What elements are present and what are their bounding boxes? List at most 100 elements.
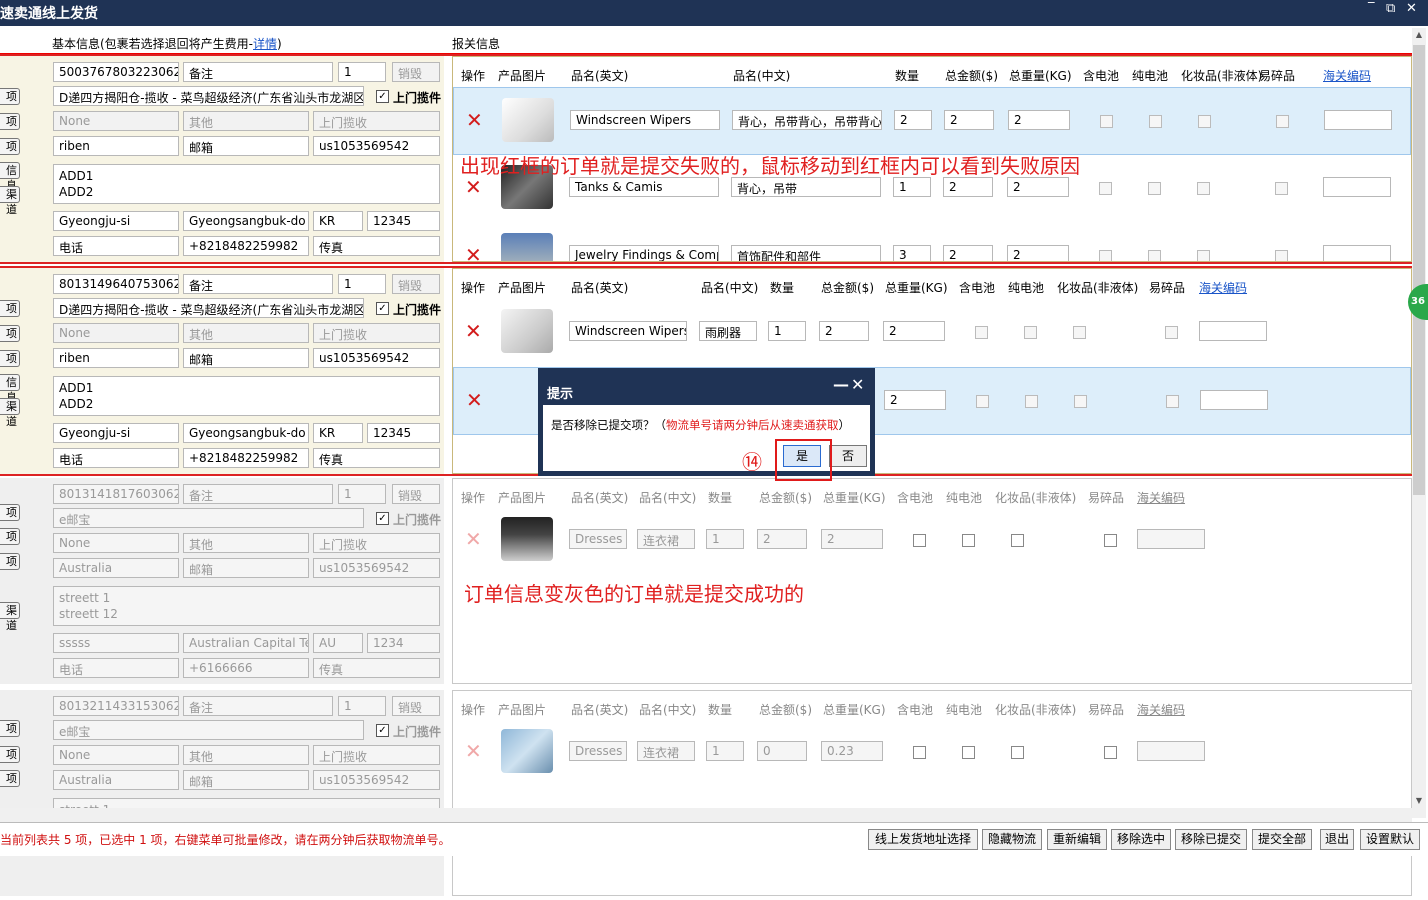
pickup-checkbox[interactable]: ✓ [376,724,389,737]
weight-field[interactable]: 2 [1008,110,1070,130]
hs-code-field[interactable] [1199,321,1267,341]
attribute-checkbox[interactable] [1104,746,1117,759]
weight-field[interactable]: 0.23 [821,741,883,761]
side-button[interactable]: 项 [0,113,20,130]
attribute-checkbox[interactable] [1165,326,1178,339]
other-select[interactable]: 其他 [183,111,309,131]
attribute-checkbox[interactable] [913,534,926,547]
weight-field[interactable]: 2 [821,529,883,549]
amount-field[interactable]: 0 [757,741,807,761]
mobile-field[interactable]: +8218482259982 [183,236,309,256]
user-id-field[interactable]: us1053569542 [313,770,440,790]
quantity-field[interactable]: 1 [338,62,386,82]
attribute-checkbox[interactable] [975,326,988,339]
remark-field[interactable]: 备注 [183,62,333,82]
remark-field[interactable]: 备注 [183,696,333,716]
amount-field[interactable]: 2 [944,110,994,130]
pickup-checkbox[interactable]: ✓ [376,302,389,315]
pickup-checkbox[interactable]: ✓ [376,512,389,525]
side-button[interactable]: 项 [0,88,20,105]
column-header-hs[interactable]: 海关编码 [1137,489,1185,506]
details-link[interactable]: 详情 [253,37,277,51]
fax-field[interactable]: 传真 [313,236,440,256]
attribute-checkbox[interactable] [1024,326,1037,339]
order-number-field[interactable]: 5003767803223062 [53,62,179,82]
address-field[interactable]: ADD1 ADD2 [53,376,440,416]
dialog-close-icon[interactable]: ✕ [851,375,864,394]
side-button[interactable]: 项 [0,528,20,545]
attribute-checkbox[interactable] [1148,250,1161,261]
hs-code-field[interactable] [1323,245,1391,261]
no-button[interactable]: 否 [829,445,867,467]
quantity-field[interactable]: 1 [338,696,386,716]
attribute-checkbox[interactable] [1197,182,1210,195]
phone-field[interactable]: 电话 [53,658,179,678]
name-cn-field[interactable]: 连衣裙 [637,529,695,549]
phone-field[interactable]: 电话 [53,236,179,256]
delete-icon[interactable]: ✕ [465,245,482,261]
province-field[interactable]: Gyeongsangbuk-do [183,211,309,231]
side-button[interactable]: 项 [0,504,20,521]
order-number-field[interactable]: 8013149640753062 [53,274,179,294]
destroy-select[interactable]: 销毁 [392,484,440,504]
close-icon[interactable]: ✕ [1406,1,1417,16]
address-field[interactable]: ADD1 ADD2 [53,164,440,204]
hs-code-field[interactable] [1324,110,1392,130]
column-header-hs[interactable]: 海关编码 [1323,67,1371,84]
pickup-checkbox[interactable]: ✓ [376,90,389,103]
hs-code-field[interactable] [1137,741,1205,761]
other-select[interactable]: 其他 [183,323,309,343]
fax-field[interactable]: 传真 [313,448,440,468]
bottom-button[interactable]: 退出 [1320,829,1354,850]
recipient-name-field[interactable]: Australia [53,770,179,790]
email-field[interactable]: 邮箱 [183,558,309,578]
city-field[interactable]: Gyeongju-si [53,211,179,231]
attribute-checkbox[interactable] [1099,182,1112,195]
name-en-field[interactable]: Dresses [569,741,627,761]
name-en-field[interactable]: Windscreen Wipers [570,110,720,130]
recipient-name-field[interactable]: riben [53,348,179,368]
other-select[interactable]: 其他 [183,745,309,765]
package-type-select[interactable]: None [53,533,179,553]
other-select[interactable]: 其他 [183,533,309,553]
logistics-channel-select[interactable]: D递四方揭阳仓-揽收 - 菜鸟超级经济(广东省汕头市龙湖区) [53,298,364,318]
pickup-mode-field[interactable]: 上门揽收 [313,745,440,765]
amount-field[interactable]: 2 [819,321,869,341]
remark-field[interactable]: 备注 [183,274,333,294]
weight-field[interactable]: 2 [884,390,946,410]
delete-icon[interactable]: ✕ [466,110,483,130]
quantity-field[interactable]: 1 [338,274,386,294]
attribute-checkbox[interactable] [1166,395,1179,408]
hs-code-field[interactable] [1200,390,1268,410]
product-row[interactable]: ✕ Dresses 连衣裙 1 2 2 [453,507,1411,575]
name-en-field[interactable]: Dresses [569,529,627,549]
country-field[interactable]: KR [313,211,363,231]
bottom-button[interactable]: 线上发货地址选择 [868,829,978,850]
attribute-checkbox[interactable] [1275,182,1288,195]
side-button[interactable]: 项 [0,746,20,763]
attribute-checkbox[interactable] [1025,395,1038,408]
logistics-channel-select[interactable]: e邮宝 [53,720,364,740]
product-qty-field[interactable]: 1 [706,529,744,549]
side-button[interactable]: 项 [0,553,20,570]
attribute-checkbox[interactable] [1198,115,1211,128]
name-en-field[interactable]: Tanks & Camis [569,177,719,197]
package-type-select[interactable]: None [53,111,179,131]
scroll-down-icon[interactable]: ▼ [1412,794,1426,808]
bottom-button[interactable]: 提交全部 [1252,829,1312,850]
scroll-up-icon[interactable]: ▲ [1412,28,1426,42]
name-cn-field[interactable]: 背心，吊带背心，吊带背心 [732,110,882,130]
product-row[interactable]: ✕ Dresses 连衣裙 1 0 0.23 [453,719,1411,787]
user-id-field[interactable]: us1053569542 [313,348,440,368]
product-qty-field[interactable]: 1 [893,177,931,197]
side-button[interactable]: 项 [0,770,20,787]
delete-icon[interactable]: ✕ [465,741,482,761]
zip-field[interactable]: 1234 [367,633,440,653]
attribute-checkbox[interactable] [1100,115,1113,128]
product-qty-field[interactable]: 3 [893,245,931,261]
attribute-checkbox[interactable] [962,746,975,759]
attribute-checkbox[interactable] [1011,534,1024,547]
order-number-field[interactable]: 8013141817603062 [53,484,179,504]
amount-field[interactable]: 2 [943,245,993,261]
delete-icon[interactable]: ✕ [465,529,482,549]
